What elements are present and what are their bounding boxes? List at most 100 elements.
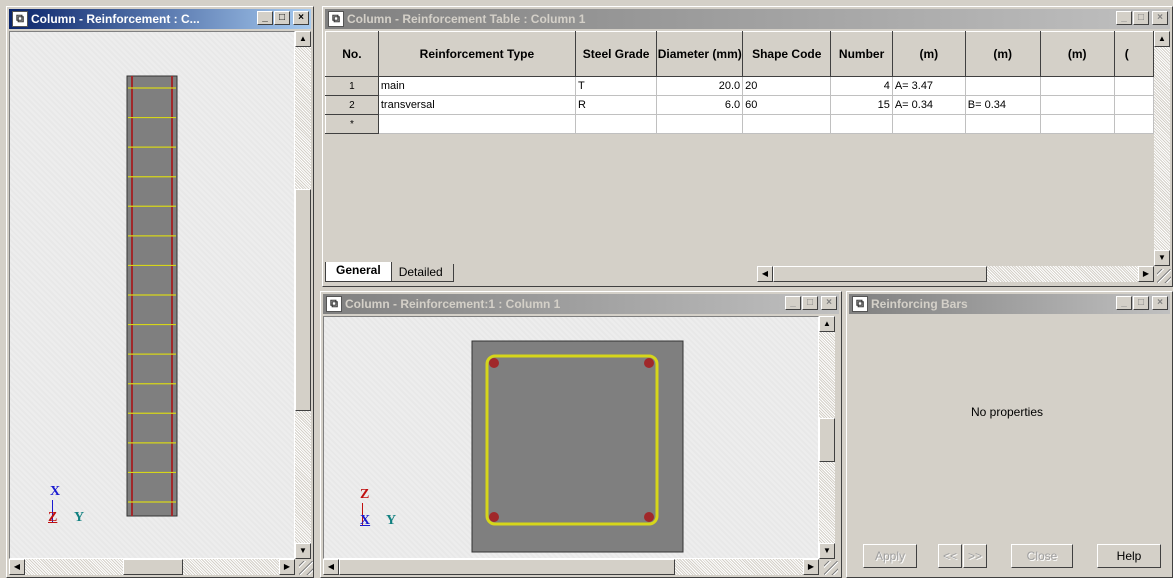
next-button[interactable]: >> <box>963 544 987 568</box>
section-hscroll[interactable]: ◀ ▶ <box>323 559 819 575</box>
column-header[interactable]: ( <box>1113 31 1154 77</box>
cell-number[interactable]: 15 <box>830 95 893 115</box>
scroll-left-button[interactable]: ◀ <box>9 559 25 575</box>
cell-dim-a[interactable]: A= 0.34 <box>891 95 966 115</box>
scroll-down-button[interactable]: ▼ <box>1154 250 1170 266</box>
scroll-down-button[interactable]: ▼ <box>295 543 311 559</box>
resize-grip[interactable] <box>1157 269 1171 283</box>
cell-dim-d[interactable] <box>1113 114 1154 134</box>
scroll-up-button[interactable]: ▲ <box>295 31 311 47</box>
reinforcing-bars-titlebar[interactable]: ⧉ Reinforcing Bars _ □ × <box>849 294 1170 314</box>
scroll-right-button[interactable]: ▶ <box>279 559 295 575</box>
cell-dim-b[interactable] <box>964 76 1041 96</box>
scroll-up-button[interactable]: ▲ <box>1154 31 1170 47</box>
scroll-left-button[interactable]: ◀ <box>757 266 773 282</box>
cell-diameter[interactable]: 20.0 <box>656 76 744 96</box>
section-vscroll[interactable]: ▲ ▼ <box>819 316 835 559</box>
cell-dim-b[interactable]: B= 0.34 <box>964 95 1041 115</box>
row-header[interactable]: 1 <box>325 76 379 96</box>
column-header[interactable]: (m) <box>891 31 966 77</box>
column-header[interactable]: Number <box>830 31 893 77</box>
cell-diameter[interactable]: 6.0 <box>656 95 744 115</box>
cell-dim-a[interactable]: A= 3.47 <box>891 76 966 96</box>
cell-shape-code[interactable] <box>742 114 832 134</box>
table-row[interactable]: 1 main T 20.0 20 4 A= 3.47 <box>325 76 1154 96</box>
column-header[interactable]: Shape Code <box>742 31 832 77</box>
scroll-thumb[interactable] <box>819 418 835 462</box>
section-viewport[interactable]: Z X Y <box>323 316 819 559</box>
maximize-button[interactable]: □ <box>1133 11 1149 25</box>
elevation-hscroll[interactable]: ◀ ▶ <box>9 559 295 575</box>
row-header[interactable]: * <box>325 114 379 134</box>
minimize-button[interactable]: _ <box>1116 11 1132 25</box>
cell-dim-b[interactable] <box>964 114 1041 134</box>
reinforcing-bars-window[interactable]: ⧉ Reinforcing Bars _ □ × No properties A… <box>846 291 1173 578</box>
resize-grip[interactable] <box>299 561 313 575</box>
scroll-thumb[interactable] <box>773 266 987 282</box>
elevation-viewport[interactable]: X Z Y <box>9 31 295 559</box>
tab-general[interactable]: General <box>325 262 392 282</box>
minimize-button[interactable]: _ <box>1116 296 1132 310</box>
cell-number[interactable]: 4 <box>830 76 893 96</box>
elevation-window[interactable]: ⧉ Column - Reinforcement : C... _ □ × X … <box>6 6 314 578</box>
scroll-right-button[interactable]: ▶ <box>803 559 819 575</box>
cell-type[interactable]: main <box>377 76 576 96</box>
cell-grade[interactable]: T <box>574 76 658 96</box>
help-button[interactable]: Help <box>1097 544 1161 568</box>
apply-button[interactable]: Apply <box>863 544 917 568</box>
previous-button[interactable]: << <box>938 544 962 568</box>
cell-dim-c[interactable] <box>1039 114 1115 134</box>
table-window[interactable]: ⧉ Column - Reinforcement Table : Column … <box>322 6 1173 287</box>
column-header[interactable]: No. <box>325 31 379 77</box>
scroll-down-button[interactable]: ▼ <box>819 543 835 559</box>
table-hscroll[interactable]: ◀ ▶ <box>757 266 1154 282</box>
cell-dim-c[interactable] <box>1039 95 1115 115</box>
minimize-button[interactable]: _ <box>257 11 273 25</box>
scroll-up-button[interactable]: ▲ <box>819 316 835 332</box>
elevation-vscroll[interactable]: ▲ ▼ <box>295 31 311 559</box>
close-button[interactable]: × <box>293 11 309 25</box>
cell-diameter[interactable] <box>656 114 744 134</box>
resize-grip[interactable] <box>824 561 838 575</box>
scroll-left-button[interactable]: ◀ <box>323 559 339 575</box>
section-window[interactable]: ⧉ Column - Reinforcement:1 : Column 1 _ … <box>320 291 842 578</box>
scroll-thumb[interactable] <box>123 559 183 575</box>
cell-dim-a[interactable] <box>891 114 966 134</box>
maximize-button[interactable]: □ <box>274 11 290 25</box>
cell-number[interactable] <box>830 114 893 134</box>
column-header[interactable]: Reinforcement Type <box>377 31 576 77</box>
table-window-titlebar[interactable]: ⧉ Column - Reinforcement Table : Column … <box>325 9 1170 29</box>
elevation-window-titlebar[interactable]: ⧉ Column - Reinforcement : C... _ □ × <box>9 9 311 29</box>
cell-dim-d[interactable] <box>1113 76 1154 96</box>
column-header[interactable]: Diameter (mm) <box>656 31 744 77</box>
cell-type[interactable]: transversal <box>377 95 576 115</box>
cell-dim-c[interactable] <box>1039 76 1115 96</box>
maximize-button[interactable]: □ <box>802 296 818 310</box>
close-button[interactable]: × <box>821 296 837 310</box>
section-window-titlebar[interactable]: ⧉ Column - Reinforcement:1 : Column 1 _ … <box>323 294 839 314</box>
close-button[interactable]: × <box>1152 11 1168 25</box>
cell-dim-d[interactable] <box>1113 95 1154 115</box>
reinforcement-table[interactable]: No. Reinforcement Type Steel Grade Diame… <box>325 31 1154 134</box>
maximize-button[interactable]: □ <box>1133 296 1149 310</box>
minimize-button[interactable]: _ <box>785 296 801 310</box>
column-header[interactable]: (m) <box>964 31 1041 77</box>
axis-up-label: X <box>50 484 61 499</box>
table-row-new[interactable]: * <box>325 114 1154 134</box>
close-button[interactable]: × <box>1152 296 1168 310</box>
cell-grade[interactable] <box>574 114 658 134</box>
column-header[interactable]: (m) <box>1039 31 1115 77</box>
cell-grade[interactable]: R <box>574 95 658 115</box>
scroll-thumb[interactable] <box>295 189 311 411</box>
row-header[interactable]: 2 <box>325 95 379 115</box>
cell-type[interactable] <box>377 114 576 134</box>
scroll-right-button[interactable]: ▶ <box>1138 266 1154 282</box>
cell-shape-code[interactable]: 60 <box>742 95 832 115</box>
table-vscroll[interactable]: ▲ ▼ <box>1154 31 1170 266</box>
column-header[interactable]: Steel Grade <box>574 31 658 77</box>
scroll-thumb[interactable] <box>339 559 675 575</box>
close-panel-button[interactable]: Close <box>1011 544 1073 568</box>
table-row[interactable]: 2 transversal R 6.0 60 15 A= 0.34 B= 0.3… <box>325 95 1154 115</box>
cell-shape-code[interactable]: 20 <box>742 76 832 96</box>
tab-detailed[interactable]: Detailed <box>387 264 454 282</box>
